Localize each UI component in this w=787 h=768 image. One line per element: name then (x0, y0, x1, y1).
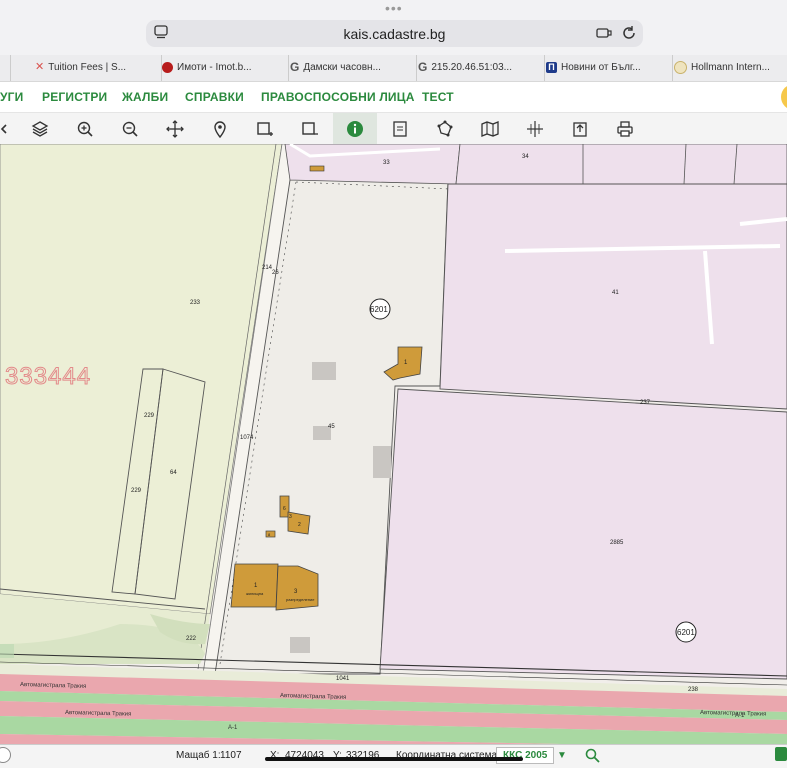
road-code-label: А-1 (228, 725, 238, 731)
back-icon[interactable] (0, 113, 18, 144)
hollmann-icon (674, 60, 687, 74)
building-use-label: разпределение (286, 597, 315, 602)
scale-label: Мащаб 1: (176, 750, 221, 761)
browser-address-area: ••• kais.cadastre.bg (0, 0, 787, 55)
zoom-in-icon[interactable] (70, 113, 100, 144)
layers-icon[interactable] (25, 113, 55, 144)
reload-icon[interactable] (621, 25, 637, 41)
info-icon[interactable] (333, 113, 377, 144)
parcel-label-1074: 1074 (240, 435, 254, 441)
parcel-label-45: 45 (328, 424, 335, 430)
parcel-label-222: 222 (186, 636, 197, 642)
ruin-block (312, 362, 336, 380)
parcel-41[interactable] (439, 183, 787, 410)
chevron-down-icon[interactable]: ▼ (557, 750, 567, 761)
parcel-label-64: 64 (170, 470, 177, 476)
nav-item-references[interactable]: СПРАВКИ (185, 90, 244, 104)
polygon-icon[interactable] (430, 113, 460, 144)
survey-label-6201: 6201 (370, 305, 388, 314)
select-rect-plus-icon[interactable] (250, 113, 280, 144)
zoom-out-icon[interactable] (115, 113, 145, 144)
url-bar[interactable]: kais.cadastre.bg (146, 20, 643, 47)
building-label-3: 3 (289, 514, 292, 520)
building-label-2: 2 (298, 522, 301, 528)
tab-label: Hollmann Intern... (691, 62, 770, 73)
export-icon[interactable] (565, 113, 595, 144)
parcel-label-233: 233 (190, 300, 201, 306)
ruin-block (373, 446, 391, 478)
print-icon[interactable] (610, 113, 640, 144)
parcel-label-237: 237 (640, 400, 651, 406)
nav-item-licensed-persons[interactable]: ПРАВОСПОСОБНИ ЛИЦА (261, 90, 415, 104)
road-code-label: А-1 (735, 713, 745, 719)
news-p-icon: П (546, 61, 557, 73)
parcel-label-238: 238 (688, 687, 699, 693)
parcel-label-229: 229 (144, 413, 155, 419)
url-text: kais.cadastre.bg (343, 26, 446, 42)
search-icon[interactable] (585, 748, 600, 763)
parcel-2885[interactable] (379, 388, 787, 680)
map-toolbar (0, 113, 787, 145)
tab-label: Дамски часовн... (303, 62, 381, 73)
document-icon[interactable] (385, 113, 415, 144)
map-status-bar: Мащаб 1: 1107 X: 4724043 Y: 332196 Коорд… (0, 744, 787, 768)
settings-badge-icon[interactable] (775, 747, 787, 761)
tab-label: 215.20.46.51:03... (431, 62, 512, 73)
nav-item-services[interactable]: УГИ (0, 90, 24, 104)
parcel-label-26: 26 (272, 270, 279, 276)
parcel-label-2885: 2885 (610, 540, 624, 546)
crosshair-icon[interactable] (520, 113, 550, 144)
google-g-icon: G (418, 59, 428, 74)
parcel-label-229: 229 (131, 488, 142, 494)
parcel-label-34: 34 (522, 154, 529, 160)
parcel-label-41: 41 (612, 290, 619, 296)
nav-item-complaints[interactable]: ЖАЛБИ (122, 90, 168, 104)
close-x-icon: ✕ (35, 60, 45, 73)
status-left-icon (0, 747, 11, 763)
map-icon[interactable] (475, 113, 505, 144)
nav-item-registers[interactable]: РЕГИСТРИ (42, 90, 107, 104)
building-use-label: жилищна (246, 591, 264, 596)
google-g-icon: G (290, 59, 300, 74)
browser-tabs: ✕ Tuition Fees | S... Имоти - Imot.b... G… (0, 55, 787, 82)
building-label-6: 6 (283, 506, 286, 512)
extension-icon[interactable] (596, 25, 612, 41)
nav-item-test[interactable]: ТЕСТ (422, 90, 454, 104)
location-pin-icon[interactable] (205, 113, 235, 144)
cadastral-map[interactable]: 333444 33 34 214 26 233 6201 41 1 237 22… (0, 144, 787, 748)
more-dots-icon[interactable]: ••• (385, 1, 403, 15)
parcel-label-33: 33 (383, 160, 390, 166)
parcel-label-1041: 1041 (336, 676, 350, 682)
parcel-34[interactable] (455, 144, 787, 185)
crs-select[interactable]: ККС 2005 (496, 747, 555, 764)
large-zone-number: 333444 (5, 363, 91, 390)
tab-label: Новини от Бълг... (561, 62, 641, 73)
pan-icon[interactable] (160, 113, 190, 144)
tab-hollmann[interactable]: Hollmann Intern... (650, 55, 787, 81)
ruin-block (290, 637, 310, 653)
site-navigation: УГИ РЕГИСТРИ ЖАЛБИ СПРАВКИ ПРАВОСПОСОБНИ… (0, 82, 787, 113)
tab-partial[interactable] (0, 55, 11, 81)
home-indicator (265, 757, 523, 761)
select-rect-minus-icon[interactable] (295, 113, 325, 144)
tab-label: Имоти - Imot.b... (177, 62, 252, 73)
building-3-large[interactable] (275, 565, 319, 611)
red-dot-icon (162, 61, 173, 73)
user-avatar[interactable] (781, 84, 787, 110)
survey-label-6201: 6201 (677, 628, 695, 637)
scale-value: 1107 (220, 750, 242, 761)
tab-label: Tuition Fees | S... (48, 62, 127, 73)
